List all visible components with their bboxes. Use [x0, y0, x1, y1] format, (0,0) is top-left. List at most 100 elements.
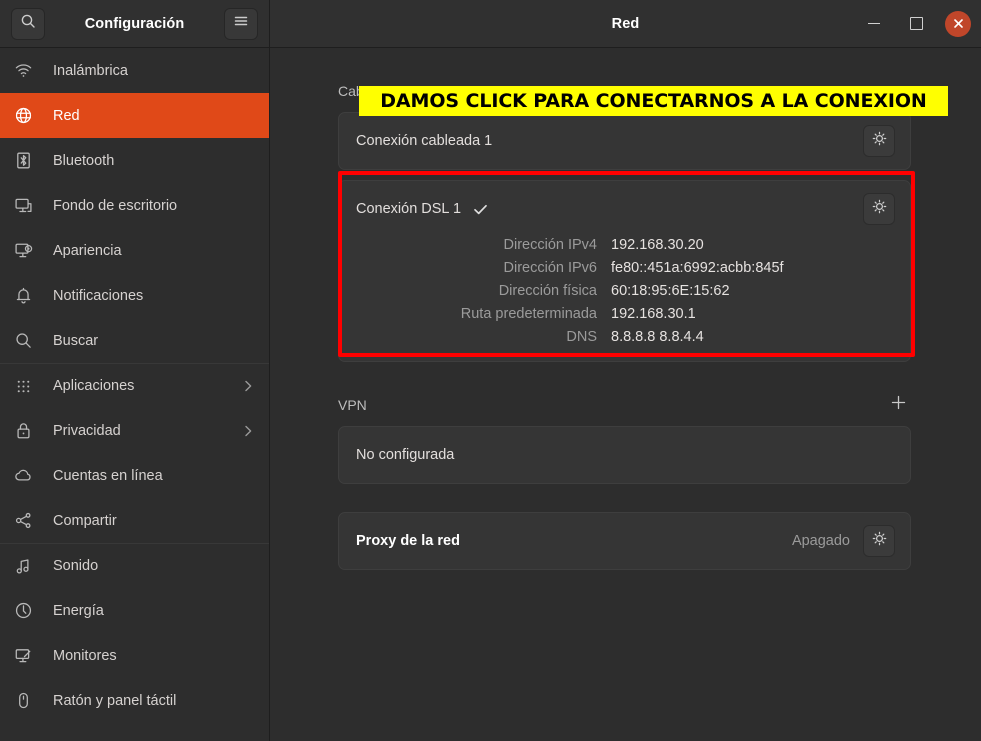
connection-settings-button[interactable] — [863, 125, 895, 157]
sidebar-item-apariencia[interactable]: Apariencia — [0, 228, 269, 273]
hamburger-menu-icon — [233, 14, 249, 33]
detail-key: Dirección IPv6 — [356, 260, 611, 276]
sidebar-item-label: Bluetooth — [53, 153, 114, 169]
window-body: Inalámbrica Red Bluetooth Fondo de escritor… — [0, 48, 981, 741]
window-controls — [861, 11, 971, 37]
connection-row-wired[interactable]: Conexión cableada 1 — [339, 113, 910, 169]
gear-icon — [872, 131, 887, 151]
vpn-empty-row[interactable]: No configurada — [339, 427, 910, 483]
sidebar-item-label: Privacidad — [53, 423, 121, 439]
sidebar-item-label: Ratón y panel táctil — [53, 693, 176, 709]
bell-icon — [14, 286, 42, 305]
sidebar-item-label: Red — [53, 108, 80, 124]
cloud-icon — [14, 466, 42, 485]
sidebar-item-label: Inalámbrica — [53, 63, 128, 79]
dsl-connection-card: Conexión DSL 1 — [338, 180, 911, 362]
sidebar-item-label: Buscar — [53, 333, 98, 349]
bluetooth-icon — [14, 151, 42, 170]
connection-details: Dirección IPv4192.168.30.20Dirección IPv… — [339, 237, 910, 361]
detail-key: Ruta predeterminada — [356, 306, 611, 322]
proxy-settings-button[interactable] — [863, 525, 895, 557]
power-icon — [14, 601, 42, 620]
sidebar-item-label: Notificaciones — [53, 288, 143, 304]
sidebar-item-fondo-de-escritorio[interactable]: Fondo de escritorio — [0, 183, 269, 228]
apps-grid-icon — [14, 377, 42, 396]
sidebar-item-aplicaciones[interactable]: Aplicaciones — [0, 363, 269, 408]
vpn-section-title: VPN — [338, 397, 367, 413]
chevron-right-icon — [241, 424, 255, 438]
maximize-button[interactable] — [903, 11, 929, 37]
minimize-button[interactable] — [861, 11, 887, 37]
search-button[interactable] — [11, 8, 45, 40]
connection-settings-button[interactable] — [863, 193, 895, 225]
vpn-card: No configurada — [338, 426, 911, 484]
sidebar-item-label: Apariencia — [53, 243, 122, 259]
add-vpn-button[interactable] — [885, 392, 911, 418]
detail-row: DNS8.8.8.8 8.8.4.4 — [356, 329, 895, 345]
proxy-row[interactable]: Proxy de la red Apagado — [339, 513, 910, 569]
sidebar-item-inal-mbrica[interactable]: Inalámbrica — [0, 48, 269, 93]
vpn-empty-label: No configurada — [356, 447, 454, 463]
proxy-title: Proxy de la red — [356, 533, 460, 549]
sidebar-item-label: Fondo de escritorio — [53, 198, 177, 214]
connection-name: Conexión cableada 1 — [356, 133, 492, 149]
sidebar-item-compartir[interactable]: Compartir — [0, 498, 269, 543]
sidebar-item-sonido[interactable]: Sonido — [0, 543, 269, 588]
search-icon — [20, 13, 36, 34]
sidebar-item-label: Sonido — [53, 558, 98, 574]
connection-row-actions — [863, 125, 895, 157]
detail-row: Dirección física60:18:95:6E:15:62 — [356, 283, 895, 299]
title-bar: Configuración Red — [0, 0, 981, 48]
wired-connection-card: Conexión cableada 1 — [338, 112, 911, 170]
gear-icon — [872, 199, 887, 219]
proxy-row-actions: Apagado — [792, 525, 895, 557]
sidebar-item-cuentas-en-l-nea[interactable]: Cuentas en línea — [0, 453, 269, 498]
settings-sidebar: Inalámbrica Red Bluetooth Fondo de escritor… — [0, 48, 270, 741]
close-icon — [953, 18, 964, 29]
proxy-status: Apagado — [792, 533, 850, 549]
sidebar-item-label: Monitores — [53, 648, 117, 664]
sidebar-item-label: Aplicaciones — [53, 378, 134, 394]
sidebar-item-privacidad[interactable]: Privacidad — [0, 408, 269, 453]
detail-value: fe80::451a:6992:acbb:845f — [611, 260, 784, 276]
connection-row-actions — [863, 193, 895, 225]
sidebar-item-label: Cuentas en línea — [53, 468, 163, 484]
annotation-banner: DAMOS CLICK PARA CONECTARNOS A LA CONEXI… — [359, 86, 948, 116]
proxy-card: Proxy de la red Apagado — [338, 512, 911, 570]
sidebar-item-bluetooth[interactable]: Bluetooth — [0, 138, 269, 183]
detail-row: Dirección IPv4192.168.30.20 — [356, 237, 895, 253]
check-icon — [472, 201, 489, 218]
detail-key: DNS — [356, 329, 611, 345]
sidebar-header: Configuración — [0, 0, 270, 47]
sidebar-item-energ-a[interactable]: Energía — [0, 588, 269, 633]
display-icon — [14, 646, 42, 665]
sidebar-item-monitores[interactable]: Monitores — [0, 633, 269, 678]
sidebar-item-red[interactable]: Red — [0, 93, 269, 138]
detail-value: 192.168.30.20 — [611, 237, 704, 253]
connection-name: Conexión DSL 1 — [356, 201, 461, 217]
main-menu-button[interactable] — [224, 8, 258, 40]
wifi-icon — [14, 61, 42, 80]
detail-key: Dirección IPv4 — [356, 237, 611, 253]
sidebar-item-notificaciones[interactable]: Notificaciones — [0, 273, 269, 318]
wallpaper-icon — [14, 196, 42, 215]
lock-icon — [14, 421, 42, 440]
network-globe-icon — [14, 106, 42, 125]
vpn-section-header: VPN — [338, 390, 911, 420]
plus-icon — [890, 394, 907, 416]
appearance-icon — [14, 241, 42, 260]
close-button[interactable] — [945, 11, 971, 37]
annotation-banner-text: DAMOS CLICK PARA CONECTARNOS A LA CONEXI… — [380, 90, 926, 112]
sidebar-item-buscar[interactable]: Buscar — [0, 318, 269, 363]
share-icon — [14, 511, 42, 530]
mouse-icon — [14, 691, 42, 710]
settings-window: Configuración Red — [0, 0, 981, 741]
detail-value: 8.8.8.8 8.8.4.4 — [611, 329, 704, 345]
search-icon — [14, 331, 42, 350]
sidebar-item-rat-n-y-panel-t-ctil[interactable]: Ratón y panel táctil — [0, 678, 269, 723]
sidebar-item-label: Compartir — [53, 513, 117, 529]
detail-row: Ruta predeterminada192.168.30.1 — [356, 306, 895, 322]
network-panel: Cableada Conexión cableada 1 — [270, 48, 981, 741]
connection-row-dsl[interactable]: Conexión DSL 1 — [339, 181, 910, 237]
music-note-icon — [14, 557, 42, 576]
